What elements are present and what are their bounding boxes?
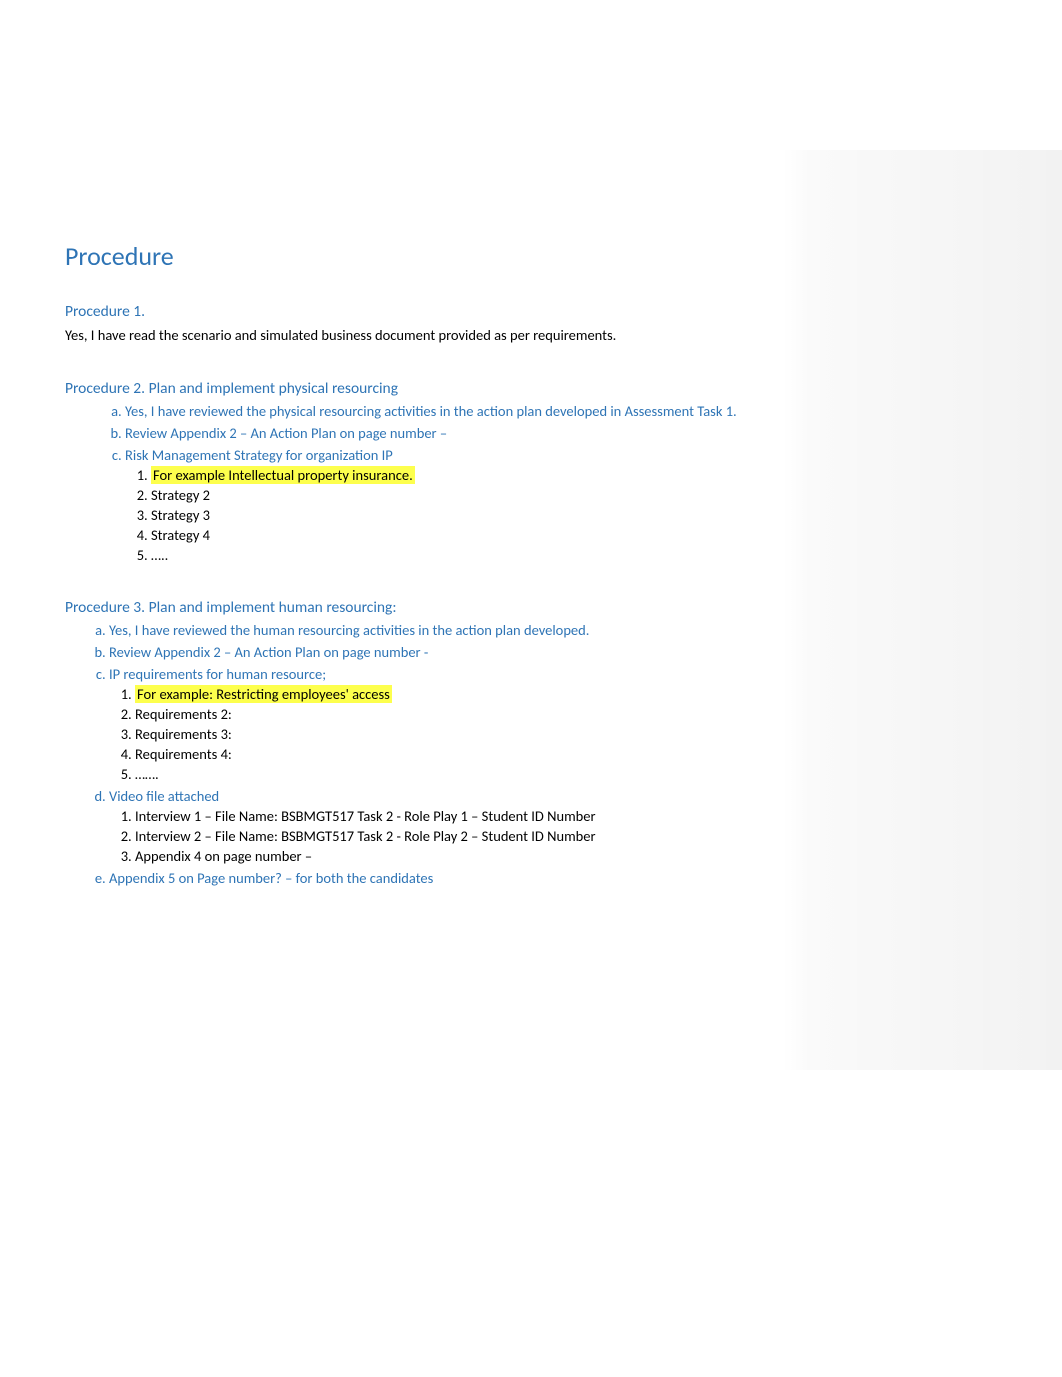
p3-d-text: Video file attached [109,787,219,805]
p3-c-text: IP requirements for human resource; [109,665,326,683]
p3-d1-text: Interview 1 – File Name: BSBMGT517 Task … [135,807,596,825]
p3-c-2: Requirements 2: [135,705,992,723]
p3-d-1: Interview 1 – File Name: BSBMGT517 Task … [135,807,992,825]
p3-c5-text: ……. [135,765,159,783]
p2-c-5: ….. [151,546,992,564]
p2-c-2: Strategy 2 [151,486,992,504]
p3-c-sublist: For example: Restricting employees' acce… [109,685,992,783]
p2-item-c: Risk Management Strategy for organizatio… [125,446,992,564]
p3-c-3: Requirements 3: [135,725,992,743]
procedure-1-text: Yes, I have read the scenario and simula… [65,325,992,345]
procedure-1: Procedure 1. Yes, I have read the scenar… [65,302,992,345]
procedure-3: Procedure 3. Plan and implement human re… [65,598,992,887]
procedure-2-heading: Procedure 2. Plan and implement physical… [65,379,992,398]
p3-item-c: IP requirements for human resource; For … [109,665,992,783]
p2-c-1: For example Intellectual property insura… [151,466,992,484]
p3-item-e: Appendix 5 on Page number? – for both th… [109,869,992,887]
p3-d-3: Appendix 4 on page number – [135,847,992,865]
p3-c3-text: Requirements 3: [135,725,232,743]
p2-c-text: Risk Management Strategy for organizatio… [125,446,393,464]
p2-c4-text: Strategy 4 [151,526,210,544]
procedure-2: Procedure 2. Plan and implement physical… [65,379,992,564]
p3-c-1: For example: Restricting employees' acce… [135,685,992,703]
p2-c-3: Strategy 3 [151,506,992,524]
p3-c-4: Requirements 4: [135,745,992,763]
p3-item-d: Video file attached Interview 1 – File N… [109,787,992,865]
p2-c2-text: Strategy 2 [151,486,210,504]
p3-c-5: ……. [135,765,992,783]
p3-c2-text: Requirements 2: [135,705,232,723]
page-title: Procedure [65,240,992,272]
p2-c1-text: For example Intellectual property insura… [151,466,415,484]
p3-d-sublist: Interview 1 – File Name: BSBMGT517 Task … [109,807,992,865]
procedure-3-list: Yes, I have reviewed the human resourcin… [65,621,992,887]
p3-item-b: Review Appendix 2 – An Action Plan on pa… [109,643,992,661]
procedure-2-list: Yes, I have reviewed the physical resour… [65,402,992,564]
p3-a-text: Yes, I have reviewed the human resourcin… [109,621,589,639]
p3-d-2: Interview 2 – File Name: BSBMGT517 Task … [135,827,992,845]
p3-d3-text: Appendix 4 on page number – [135,847,312,865]
p2-item-a: Yes, I have reviewed the physical resour… [125,402,992,420]
p2-c-sublist: For example Intellectual property insura… [125,466,992,564]
p2-b-text: Review Appendix 2 – An Action Plan on pa… [125,424,447,442]
p2-c5-text: ….. [151,546,168,564]
document-page: Procedure Procedure 1. Yes, I have read … [0,0,1062,1377]
procedure-3-heading: Procedure 3. Plan and implement human re… [65,598,992,617]
p3-c4-text: Requirements 4: [135,745,232,763]
p3-e-text: Appendix 5 on Page number? – for both th… [109,869,433,887]
p2-c3-text: Strategy 3 [151,506,210,524]
p2-a-text: Yes, I have reviewed the physical resour… [125,402,737,420]
p2-item-b: Review Appendix 2 – An Action Plan on pa… [125,424,992,442]
p3-c1-text: For example: Restricting employees' acce… [135,685,392,703]
procedure-1-heading: Procedure 1. [65,302,992,321]
p3-b-text: Review Appendix 2 – An Action Plan on pa… [109,643,428,661]
p3-item-a: Yes, I have reviewed the human resourcin… [109,621,992,639]
p2-c-4: Strategy 4 [151,526,992,544]
p3-d2-text: Interview 2 – File Name: BSBMGT517 Task … [135,827,596,845]
